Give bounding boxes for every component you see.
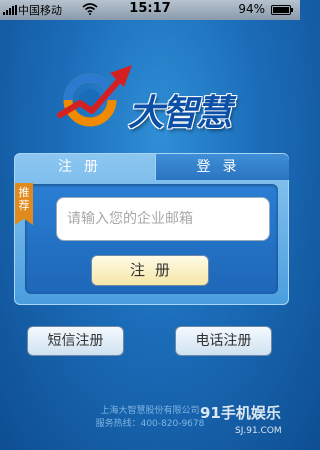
recommend-badge: 推荐: [15, 183, 33, 225]
battery-icon: [271, 5, 293, 15]
watermark-url: SJ.91.COM: [235, 426, 282, 436]
battery-percentage: 94%: [238, 2, 265, 16]
sms-register-button[interactable]: 短信注册: [27, 326, 124, 356]
status-bar: 中国移动 15:17 94%: [0, 0, 300, 20]
phone-register-button[interactable]: 电话注册: [175, 326, 272, 356]
tab-login[interactable]: 登录: [155, 154, 289, 180]
app-logo-text: 大智慧: [128, 93, 232, 134]
register-button[interactable]: 注册: [91, 255, 209, 286]
tab-register[interactable]: 注册: [15, 154, 153, 180]
watermark: 91手机娱乐: [200, 404, 281, 422]
email-input[interactable]: [56, 197, 270, 241]
